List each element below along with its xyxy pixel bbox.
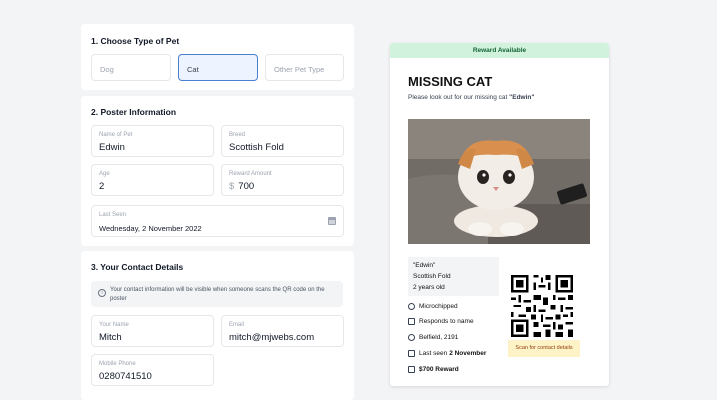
last-seen-prefix: Last seen [419,350,448,357]
your-name-value: Mitch [99,332,122,343]
phone-value: 0280741510 [99,371,152,382]
last-seen-field[interactable]: Last Seen Wednesday, 2 November 2022 [91,205,344,237]
your-name-field[interactable]: Your Name Mitch [91,315,214,347]
option-cat[interactable]: Cat [178,54,258,81]
info-icon: i [98,289,106,297]
pet-id-box: "Edwin" Scottish Fold 2 years old [408,257,499,296]
reward-banner: Reward Available [390,43,609,58]
reward-value-wrap: $700 [229,181,254,192]
calendar-small-icon [408,350,415,357]
reward-label: Reward Amount [229,171,272,177]
pet-name-value: Edwin [99,142,125,153]
id-breed: Scottish Fold [413,273,451,280]
age-value: 2 [99,181,105,192]
breed-label: Breed [229,132,246,138]
reward-value: 700 [238,181,255,192]
feature-last-seen: Last seen 2 November [408,349,486,358]
cat-photo [408,119,590,244]
last-seen-label: Last Seen [99,212,127,218]
age-field[interactable]: Age 2 [91,164,214,196]
pet-type-card: 1. Choose Type of Pet Dog Cat Other Pet … [81,24,354,90]
contact-title: 3. Your Contact Details [91,262,184,272]
qr-code [511,275,573,337]
phone-label: Mobile Phone [99,361,136,367]
poster-title: MISSING CAT [408,74,493,89]
reward-field[interactable]: Reward Amount $700 [221,164,344,196]
chat-icon [408,318,415,325]
poster-subtitle: Please look out for our missing cat "Edw… [408,94,534,101]
contact-info-note: i Your contact information will be visib… [91,281,343,307]
your-name-label: Your Name [99,322,129,328]
poster-preview: Reward Available MISSING CAT Please look… [390,43,609,386]
scan-note: Scan for contact details [508,340,580,357]
subtitle-name: "Edwin" [509,94,535,101]
money-icon [408,366,415,373]
last-seen-value: Wednesday, 2 November 2022 [99,224,202,233]
option-dog[interactable]: Dog [91,54,171,81]
location-pin-icon [408,334,415,341]
reward-text: $700 Reward [419,366,459,373]
calendar-icon[interactable] [328,217,336,225]
poster-info-card: 2. Poster Information Name of Pet Edwin … [81,96,354,246]
id-age: 2 years old [413,284,445,291]
chip-icon [408,303,415,310]
pet-type-title: 1. Choose Type of Pet [91,36,180,46]
currency-symbol: $ [229,181,235,192]
email-field[interactable]: Email mitch@mjwebs.com [221,315,344,347]
microchipped-text: Microchipped [419,303,458,310]
feature-location: Belfield, 2191 [408,333,458,342]
last-seen-date: 2 November [449,350,487,357]
phone-field[interactable]: Mobile Phone 0280741510 [91,354,214,386]
option-other[interactable]: Other Pet Type [265,54,344,81]
breed-value: Scottish Fold [229,142,284,153]
feature-microchipped: Microchipped [408,302,458,311]
email-value: mitch@mjwebs.com [229,332,315,343]
feature-reward: $700 Reward [408,365,459,374]
subtitle-prefix: Please look out for our missing cat [408,94,510,101]
contact-info-text: Your contact information will be visible… [110,287,325,302]
pet-name-label: Name of Pet [99,132,133,138]
id-name: "Edwin" [413,262,436,269]
responds-text: Responds to name [419,318,474,325]
feature-responds: Responds to name [408,317,474,326]
age-label: Age [99,171,110,177]
contact-card: 3. Your Contact Details i Your contact i… [81,251,354,400]
location-text: Belfield, 2191 [419,334,459,341]
poster-info-title: 2. Poster Information [91,107,177,117]
pet-name-field[interactable]: Name of Pet Edwin [91,125,214,157]
email-label: Email [229,322,245,328]
breed-field[interactable]: Breed Scottish Fold [221,125,344,157]
